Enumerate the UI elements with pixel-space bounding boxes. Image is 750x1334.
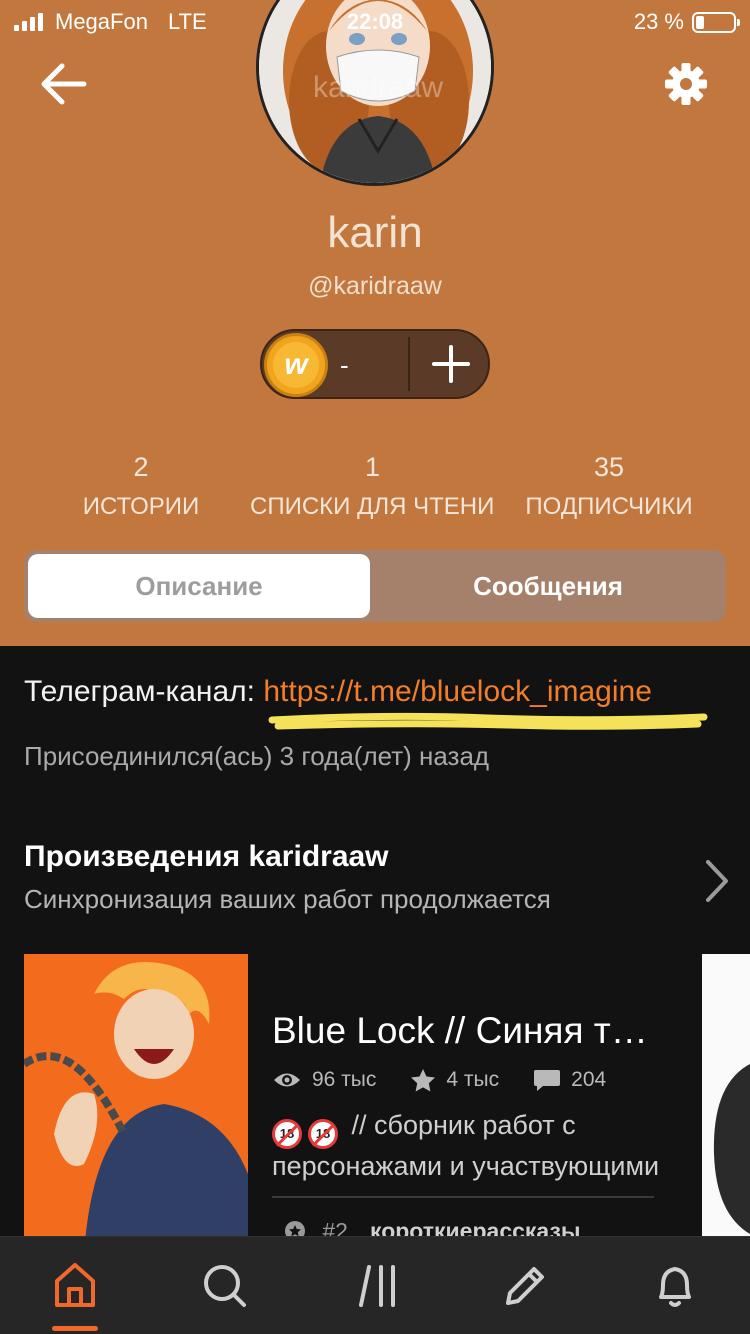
stat-stories[interactable]: 2 ИСТОРИИ (16, 452, 266, 521)
stat-label: ПОДПИСЧИКИ (525, 493, 693, 520)
stat-value: 35 (593, 452, 625, 482)
profile-display-name: karin (327, 208, 423, 257)
joined-date: Присоединился(ась) 3 года(лет) назад (24, 741, 490, 771)
coin-value: - (340, 350, 349, 380)
battery-percent: 23 % (633, 9, 684, 34)
add-coins-button[interactable] (412, 331, 490, 397)
works-section-title[interactable]: Произведения karidraaw (24, 840, 389, 874)
status-bar: MegaFon LTE 22:08 23 % (0, 0, 750, 44)
coin-balance: w - (260, 329, 490, 399)
tab-messages[interactable]: Сообщения (374, 554, 722, 618)
description-text: Телеграм-канал: (24, 675, 264, 708)
home-icon (55, 1263, 95, 1307)
highlight-marker (268, 712, 708, 730)
stat-value: 1 (364, 452, 381, 482)
library-icon (359, 1265, 395, 1307)
story-description: 18 18 // сборник работ с персонажами и уч… (272, 1110, 660, 1181)
pencil-icon (506, 1267, 544, 1305)
star-icon (411, 1069, 436, 1092)
arrow-left-icon (41, 63, 87, 105)
story-reads: 96 тыс (312, 1068, 377, 1091)
next-story-cover[interactable] (702, 954, 750, 1236)
divider (272, 1196, 654, 1198)
profile-tabs: Описание Сообщения (24, 550, 726, 622)
stat-value: 2 (133, 452, 149, 482)
divider (408, 337, 410, 391)
telegram-link[interactable]: https://t.me/bluelock_imagine (263, 675, 652, 708)
plus-icon (432, 345, 470, 383)
active-tab-indicator (52, 1326, 98, 1331)
nav-library[interactable] (347, 1259, 407, 1311)
avatar-watermark: karidraaw (312, 71, 444, 104)
story-votes: 4 тыс (446, 1068, 500, 1091)
nav-home[interactable] (45, 1259, 105, 1311)
nav-write[interactable] (494, 1259, 554, 1311)
nav-notifications[interactable] (645, 1259, 705, 1311)
story-cover-art (24, 954, 248, 1254)
story-meta: 96 тыс 4 тыс 204 (272, 1068, 640, 1092)
nav-search[interactable] (194, 1259, 254, 1311)
stat-reading-lists[interactable]: 1 СПИСКИ ДЛЯ ЧТЕНИЯ (250, 452, 495, 521)
bell-icon (659, 1267, 691, 1307)
back-button[interactable] (40, 62, 88, 106)
coin-icon: w (264, 333, 328, 397)
gear-icon (665, 63, 707, 105)
eye-icon (274, 1073, 300, 1087)
stat-label: ИСТОРИИ (82, 493, 200, 520)
story-title[interactable]: Blue Lock // Синяя тюрьма (272, 1010, 652, 1052)
works-more-button[interactable] (700, 858, 732, 904)
chevron-right-icon (706, 860, 728, 902)
list-icon (534, 1070, 561, 1091)
search-icon (204, 1265, 246, 1307)
story-parts: 204 (571, 1068, 607, 1091)
age-18-icon: 18 (308, 1119, 338, 1149)
battery-icon (692, 11, 740, 33)
profile-description: Телеграм-канал: https://t.me/bluelock_im… (24, 675, 652, 709)
next-story-cover-art (702, 954, 750, 1236)
story-cover[interactable] (24, 954, 248, 1254)
tab-about[interactable]: Описание (28, 554, 370, 618)
stat-label: СПИСКИ ДЛЯ ЧТЕНИЯ (250, 493, 495, 520)
profile-username: @karidraaw (308, 272, 442, 300)
settings-button[interactable] (664, 62, 708, 106)
works-sync-status: Синхронизация ваших работ продолжается (24, 884, 551, 914)
stat-followers[interactable]: 35 ПОДПИСЧИКИ (484, 452, 734, 521)
bottom-nav (0, 1236, 750, 1334)
age-18-icon: 18 (272, 1119, 302, 1149)
